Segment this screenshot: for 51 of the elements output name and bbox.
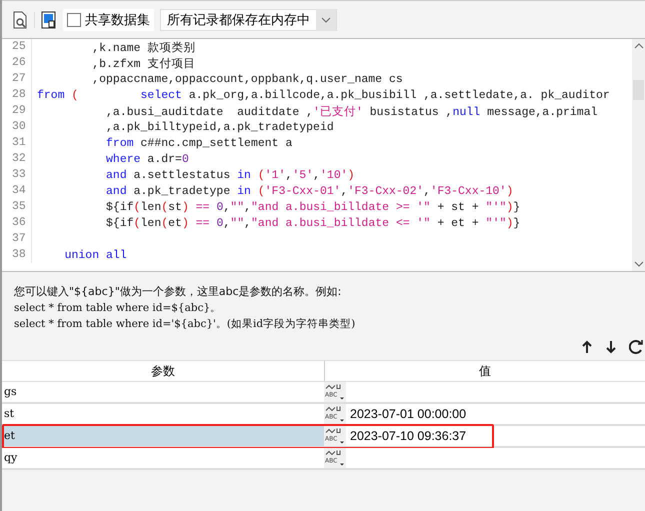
line-number: 37 (2, 231, 32, 247)
code-line: ,a.busi_auditdate auditdate ,'已支付' busistatus ,null message,a.primal (105, 104, 598, 118)
arrow-down-icon[interactable] (605, 340, 617, 354)
scroll-up-icon[interactable] (634, 43, 644, 49)
chevron-down-icon (316, 8, 336, 30)
code-line: and a.settlestatus in ('1','5','10') (105, 168, 355, 182)
line-number: 28 (2, 87, 32, 103)
code-line: from c##nc.cmp_settlement a (105, 136, 292, 150)
line-number: 35 (2, 199, 32, 215)
sql-editor[interactable] (2, 38, 645, 272)
parameter-name-cell[interactable]: gs (2, 382, 324, 402)
column-header[interactable]: 参数 (2, 361, 325, 381)
code-line: ,k.name 款项类别 (91, 40, 196, 54)
line-number: 27 (2, 71, 32, 87)
line-number: 29 (2, 103, 32, 119)
storage-mode-dropdown[interactable]: 所有记录都保存在内存中 (160, 8, 337, 30)
code-line: ${if(len(et) == 0,"","and a.busi_billdate <= '" + et + "'")} (105, 216, 520, 230)
line-number: 38 (2, 247, 32, 263)
code-line: and a.pk_tradetype in ('F3-Cxx-01','F3-Cxx-02','F3-Cxx-10') (105, 184, 514, 198)
line-number: 34 (2, 183, 32, 199)
value-cell[interactable]: 2023-07-01 00:00:00 (346, 404, 645, 424)
code-line: ,oppaccname,oppaccount,oppbank,q.user_name cs (91, 72, 403, 86)
value-cell[interactable]: 2023-07-10 09:36:37 (346, 426, 645, 446)
line-number: 30 (2, 119, 32, 135)
code-line: ,a.pk_billtypeid,a.pk_tradetypeid (105, 120, 334, 134)
scrollbar-thumb[interactable] (633, 80, 644, 100)
code-line: where a.dr=0 (105, 152, 189, 166)
arrow-up-icon[interactable] (581, 340, 593, 354)
hint-text: 您可以键入"${abc}"做为一个参数，这里abc是参数的名称。例如: (14, 284, 342, 300)
code-line: ,b.zfxm 支付项目 (91, 56, 196, 70)
share-dataset-checkbox[interactable]: 共享数据集 (63, 8, 154, 30)
code-line: ${if(len(st) == 0,"","and a.busi_billdate >= '" + st + "'")} (105, 200, 520, 214)
dataset-icon[interactable] (41, 10, 57, 28)
refresh-icon[interactable] (629, 340, 643, 354)
code-line: from ( select a.pk_org,a.billcode,a.pk_busibill ,a.settledate,a. pk_auditor (37, 88, 610, 102)
line-number: 33 (2, 167, 32, 183)
parameter-name-cell[interactable]: qy (2, 448, 324, 468)
hint-text: select * from table where id=${abc}。 (14, 301, 222, 316)
line-number: 32 (2, 151, 32, 167)
scroll-down-icon[interactable] (634, 261, 644, 267)
code-line: union all (64, 248, 127, 262)
column-header[interactable]: 值 (325, 361, 645, 381)
line-number: 31 (2, 135, 32, 151)
parameter-name-cell[interactable]: st (2, 404, 324, 424)
line-number: 26 (2, 55, 32, 71)
hint-text: select * from table where id='${abc}'。(如果id字段为字符串类型) (14, 317, 356, 332)
line-number: 36 (2, 215, 32, 231)
line-number: 25 (2, 39, 32, 55)
parameter-name-cell[interactable]: et (2, 426, 324, 446)
preview-icon[interactable] (12, 10, 28, 28)
vertical-scrollbar[interactable] (632, 39, 645, 271)
